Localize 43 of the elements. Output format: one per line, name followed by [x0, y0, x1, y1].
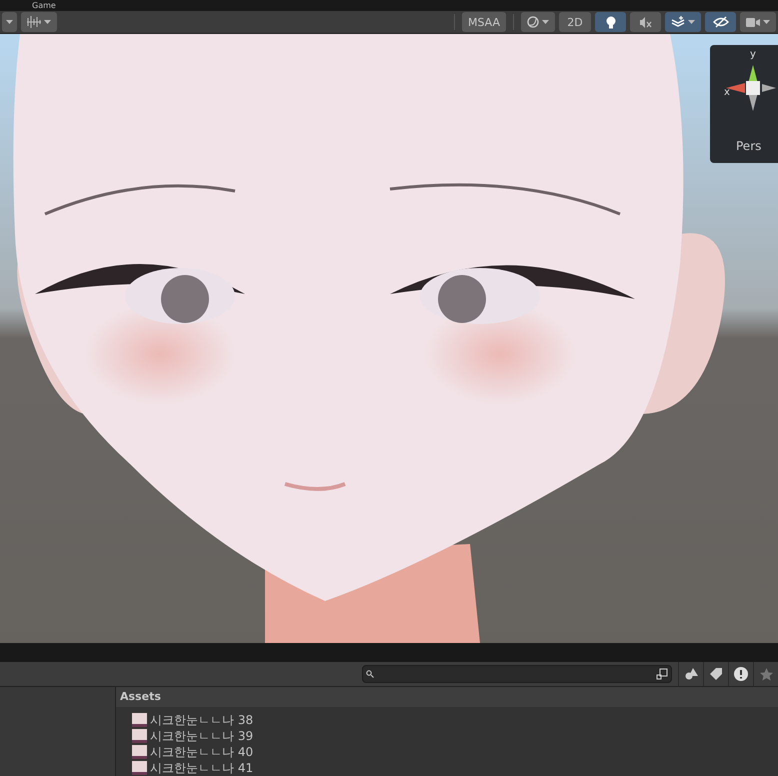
visibility-toggle[interactable] — [705, 12, 736, 32]
caret-icon — [763, 20, 770, 24]
search-icon — [366, 670, 374, 678]
tag-icon — [710, 668, 722, 680]
camera-dropdown-button[interactable] — [740, 12, 776, 32]
asset-name[interactable]: 시크한눈ㄴㄴ나 39 — [150, 728, 254, 744]
asset-thumbnail — [132, 713, 147, 727]
asset-name[interactable]: 시크한눈ㄴㄴ나 41 — [150, 760, 254, 776]
game-tab[interactable]: Game — [28, 0, 60, 11]
shapes-icon — [684, 668, 698, 680]
expand-icon — [656, 668, 668, 680]
msaa-button[interactable]: MSAA — [462, 12, 506, 32]
audio-toggle[interactable] — [630, 12, 661, 32]
dropdown-button[interactable] — [2, 12, 17, 32]
effects-toggle[interactable] — [665, 12, 701, 32]
assets-breadcrumb[interactable]: Assets — [116, 687, 778, 707]
layers-icon — [671, 16, 685, 28]
projection-label[interactable]: Pers — [736, 139, 762, 153]
shading-icon — [527, 16, 539, 28]
orientation-gizmo[interactable]: y x Pers — [710, 45, 778, 163]
star-icon — [760, 668, 772, 680]
y-axis-label: y — [750, 49, 756, 60]
search-field[interactable] — [362, 665, 672, 683]
caret-icon — [44, 20, 51, 24]
hidden-eye-icon — [712, 16, 728, 28]
asset-thumbnail — [132, 761, 147, 775]
exclamation-icon — [734, 667, 748, 681]
x-axis-label: x — [724, 87, 730, 98]
waveform-icon — [27, 16, 41, 28]
2d-toggle[interactable]: 2D — [559, 12, 591, 32]
asset-thumbnail — [132, 729, 147, 743]
asset-thumbnail — [132, 745, 147, 759]
caret-icon — [6, 20, 13, 24]
light-bulb-icon — [606, 16, 616, 28]
camera-icon — [746, 18, 760, 26]
audio-dropdown-button[interactable] — [21, 12, 57, 32]
caret-icon — [688, 20, 695, 24]
mute-icon — [639, 16, 652, 28]
lighting-toggle[interactable] — [595, 12, 626, 32]
caret-icon — [542, 20, 549, 24]
asset-name[interactable]: 시크한눈ㄴㄴ나 38 — [150, 712, 254, 728]
shading-dropdown-button[interactable] — [521, 12, 555, 32]
asset-name[interactable]: 시크한눈ㄴㄴ나 40 — [150, 744, 254, 760]
